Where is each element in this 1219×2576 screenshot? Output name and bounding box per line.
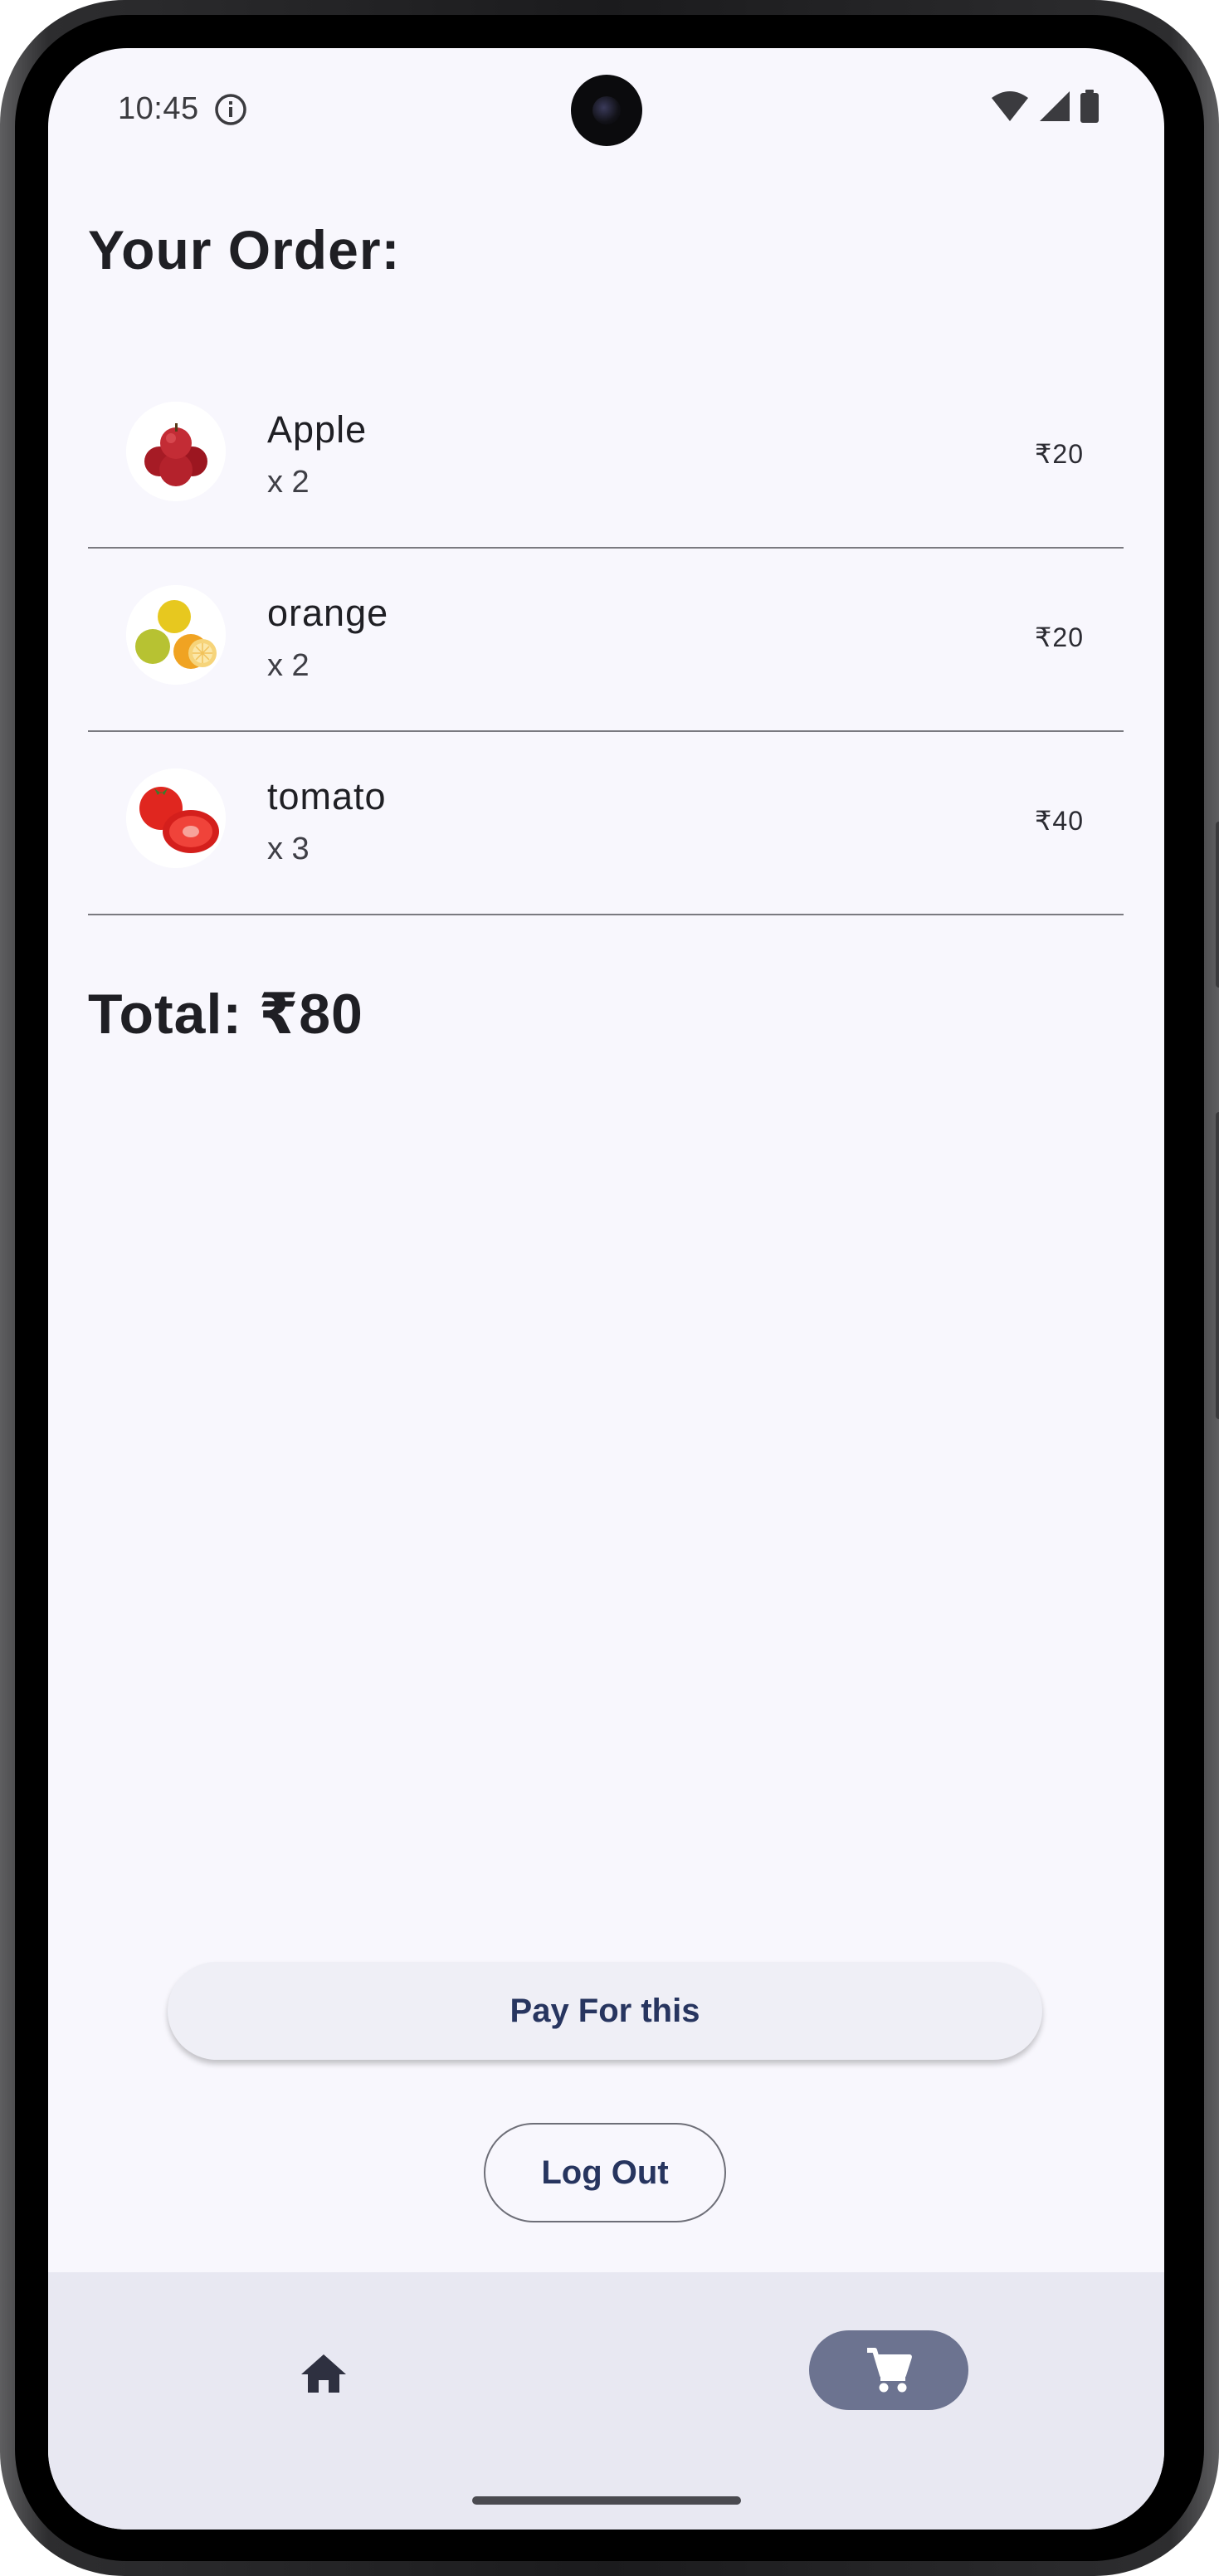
- item-price: ₹20: [1035, 622, 1084, 652]
- info-icon: [215, 94, 246, 125]
- nav-item-home[interactable]: [272, 2322, 375, 2425]
- home-indicator[interactable]: [472, 2496, 741, 2505]
- tomato-image: [126, 768, 226, 868]
- home-icon: [301, 2354, 346, 2393]
- pay-button[interactable]: Pay For this: [168, 1962, 1042, 2060]
- phone-frame: 10:45 Your Order: Apple x 2 ₹20 orange x…: [0, 0, 1219, 2576]
- item-quantity: x 3: [267, 832, 310, 866]
- front-camera: [571, 75, 642, 146]
- order-total: Total: ₹80: [88, 983, 363, 1046]
- item-price: ₹20: [1035, 439, 1084, 469]
- item-quantity: x 2: [267, 465, 310, 500]
- order-item-apple: Apple x 2 ₹20: [88, 365, 1124, 549]
- nav-item-cart[interactable]: [809, 2330, 968, 2410]
- order-list: Apple x 2 ₹20 orange x 2 ₹20 tomato x 3 …: [88, 365, 1124, 915]
- orange-image: [126, 585, 226, 685]
- battery-icon: [1080, 90, 1099, 123]
- page-title: Your Order:: [88, 219, 401, 281]
- power-button: [1216, 822, 1219, 988]
- screen: 10:45 Your Order: Apple x 2 ₹20 orange x…: [48, 48, 1164, 2530]
- status-icons: [990, 90, 1100, 123]
- logout-button[interactable]: Log Out: [484, 2123, 726, 2222]
- logout-button-label: Log Out: [541, 2154, 669, 2191]
- bottom-navigation: [48, 2272, 1164, 2530]
- wifi-icon: [992, 91, 1028, 121]
- item-name: tomato: [267, 775, 387, 817]
- item-price: ₹40: [1035, 806, 1084, 836]
- order-item-orange: orange x 2 ₹20: [88, 549, 1124, 732]
- camera-lens: [592, 96, 621, 124]
- item-quantity: x 2: [267, 648, 310, 683]
- item-name: orange: [267, 592, 389, 634]
- status-bar: 10:45: [48, 48, 1164, 173]
- pay-button-label: Pay For this: [510, 1992, 700, 2029]
- cellular-signal-icon: [1040, 91, 1070, 121]
- apple-image: [126, 402, 226, 501]
- shopping-cart-icon: [867, 2348, 912, 2393]
- order-item-tomato: tomato x 3 ₹40: [88, 732, 1124, 915]
- item-name: Apple: [267, 408, 368, 451]
- volume-button: [1216, 1112, 1219, 1419]
- status-time: 10:45: [118, 91, 199, 126]
